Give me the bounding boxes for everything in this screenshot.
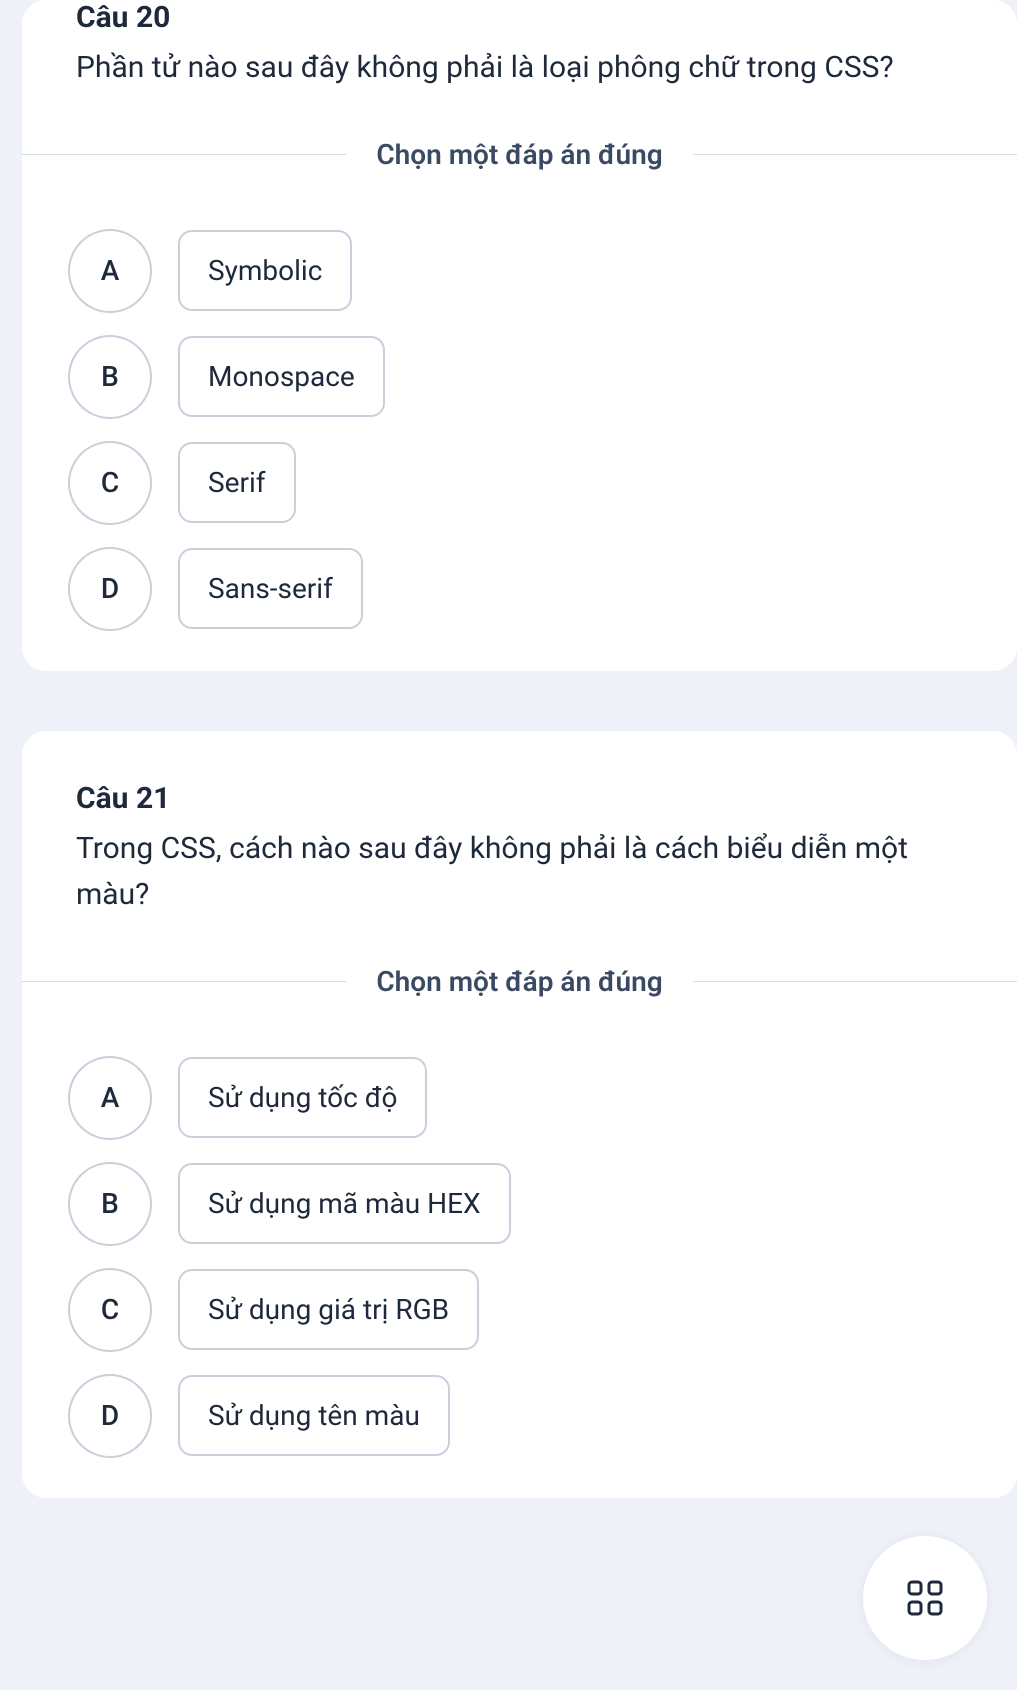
option-row: C Sử dụng giá trị RGB [68, 1268, 1017, 1352]
instruction-divider: Chọn một đáp án đúng [22, 965, 1017, 998]
divider-line [693, 981, 1017, 982]
option-letter-c[interactable]: C [68, 1268, 152, 1352]
grid-icon [903, 1576, 947, 1620]
question-header: Câu 20 Phần tử nào sau đây không phải là… [22, 0, 1017, 92]
question-text: Phần tử nào sau đây không phải là loại p… [76, 45, 963, 92]
instruction-text: Chọn một đáp án đúng [346, 138, 692, 171]
option-answer-a[interactable]: Symbolic [178, 230, 352, 311]
option-answer-c[interactable]: Serif [178, 442, 296, 523]
divider-line [693, 154, 1017, 155]
option-letter-b[interactable]: B [68, 335, 152, 419]
option-letter-b[interactable]: B [68, 1162, 152, 1246]
option-row: A Sử dụng tốc độ [68, 1056, 1017, 1140]
question-header: Câu 21 Trong CSS, cách nào sau đây không… [22, 731, 1017, 919]
option-letter-d[interactable]: D [68, 547, 152, 631]
options-list: A Sử dụng tốc độ B Sử dụng mã màu HEX C … [22, 1056, 1017, 1458]
option-answer-b[interactable]: Monospace [178, 336, 385, 417]
question-number: Câu 21 [76, 781, 963, 816]
option-row: C Serif [68, 441, 1017, 525]
option-row: B Monospace [68, 335, 1017, 419]
options-list: A Symbolic B Monospace C Serif D Sans-se… [22, 229, 1017, 631]
question-number: Câu 20 [76, 0, 963, 35]
option-letter-c[interactable]: C [68, 441, 152, 525]
divider-line [22, 154, 346, 155]
divider-line [22, 981, 346, 982]
grid-menu-button[interactable] [861, 1534, 989, 1662]
instruction-divider: Chọn một đáp án đúng [22, 138, 1017, 171]
option-row: B Sử dụng mã màu HEX [68, 1162, 1017, 1246]
question-card: Câu 21 Trong CSS, cách nào sau đây không… [22, 731, 1017, 1498]
option-letter-d[interactable]: D [68, 1374, 152, 1458]
option-answer-a[interactable]: Sử dụng tốc độ [178, 1057, 427, 1138]
question-card: Câu 20 Phần tử nào sau đây không phải là… [22, 0, 1017, 671]
instruction-text: Chọn một đáp án đúng [346, 965, 692, 998]
option-answer-c[interactable]: Sử dụng giá trị RGB [178, 1269, 479, 1350]
option-answer-d[interactable]: Sử dụng tên màu [178, 1375, 450, 1456]
option-row: D Sử dụng tên màu [68, 1374, 1017, 1458]
option-answer-b[interactable]: Sử dụng mã màu HEX [178, 1163, 511, 1244]
option-letter-a[interactable]: A [68, 1056, 152, 1140]
option-answer-d[interactable]: Sans-serif [178, 548, 363, 629]
question-text: Trong CSS, cách nào sau đây không phải l… [76, 826, 963, 919]
option-row: A Symbolic [68, 229, 1017, 313]
option-letter-a[interactable]: A [68, 229, 152, 313]
option-row: D Sans-serif [68, 547, 1017, 631]
